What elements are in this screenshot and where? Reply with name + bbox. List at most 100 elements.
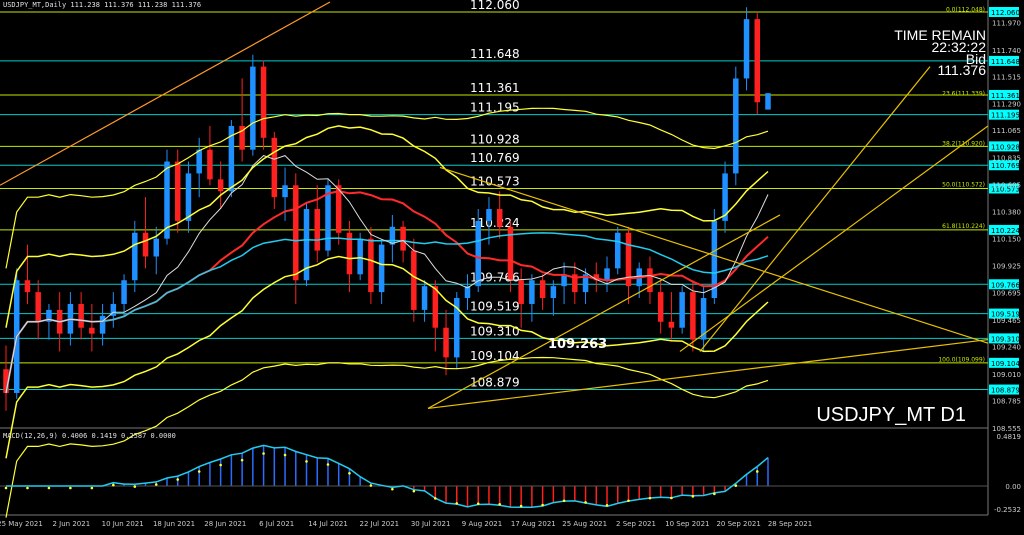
- candle-body: [604, 268, 610, 281]
- candle-body: [89, 327, 95, 334]
- candle-body: [754, 19, 761, 103]
- level-tag: 110.928: [991, 143, 1020, 151]
- candle-body: [647, 268, 653, 293]
- macd-signal-dot: [283, 453, 287, 457]
- macd-signal-dot: [519, 504, 523, 508]
- candle-body: [529, 280, 535, 304]
- candle-body: [668, 321, 675, 328]
- macd-signal-dot: [326, 463, 330, 466]
- level-tag: 109.104: [991, 360, 1020, 368]
- candle-body: [690, 292, 696, 340]
- level-label: 111.648: [470, 47, 520, 61]
- candle-body: [260, 66, 267, 138]
- macd-signal-dot: [433, 497, 437, 500]
- chart-window[interactable]: 112.060 112.060 111.648 111.648 111.361 111.3…: [0, 0, 1024, 531]
- macd-signal-dot: [90, 486, 94, 490]
- symbol-watermark: USDJPY_MT D1: [816, 404, 966, 426]
- candle-body: [765, 93, 771, 110]
- price-tick: 111.290: [992, 100, 1021, 108]
- level-label: 109.519: [470, 300, 520, 314]
- candle-body: [293, 185, 299, 281]
- bid-value: 111.376: [937, 62, 986, 78]
- price-tick: 111.065: [992, 127, 1021, 135]
- level-label: 109.104: [470, 349, 520, 363]
- macd-signal-dot: [562, 499, 566, 503]
- macd-signal-dot: [455, 502, 459, 505]
- candle-body: [185, 173, 192, 221]
- macd-signal-dot: [197, 470, 201, 473]
- candle-body: [368, 238, 374, 293]
- candle-body: [518, 280, 524, 304]
- macd-signal-dot: [26, 486, 29, 490]
- level-label: 110.573: [470, 174, 520, 188]
- candle-body: [475, 220, 481, 287]
- macd-signal-dot: [648, 496, 652, 500]
- candle-body: [24, 280, 31, 293]
- candle-body: [400, 226, 406, 251]
- candle-body: [614, 232, 621, 269]
- price-tick: 109.240: [992, 344, 1021, 352]
- level-label: 110.769: [470, 151, 520, 165]
- fib-label: 100.0(109.099): [938, 356, 985, 363]
- macd-signal-dot: [262, 452, 265, 455]
- macd-signal-dot: [755, 470, 759, 473]
- macd-signal-dot: [605, 503, 609, 507]
- candle-body: [132, 232, 138, 281]
- candle-body: [486, 209, 492, 221]
- candle-body: [432, 286, 439, 328]
- macd-signal-dot: [498, 503, 501, 506]
- macd-signal-dot: [691, 495, 695, 498]
- candle-body: [657, 292, 664, 322]
- level-tag: 111.361: [991, 92, 1020, 100]
- level-tag: 111.195: [991, 112, 1020, 120]
- level-tag: 110.224: [991, 227, 1020, 235]
- macd-header: MACD(12,26,9) 0.4006 0.1419 0.2587 0.000…: [3, 432, 176, 440]
- macd-scale-top: 0.4819: [997, 433, 1022, 441]
- macd-signal-dot: [348, 471, 351, 475]
- price-tick: 110.150: [992, 236, 1021, 244]
- price-tick: 111.970: [992, 20, 1021, 28]
- candle-body: [217, 179, 224, 192]
- candle-body: [207, 149, 213, 180]
- candle-body: [35, 292, 41, 322]
- candle-body: [357, 238, 363, 275]
- date-label: 2 Sep 2021: [616, 520, 656, 528]
- level-tag: 109.310: [991, 335, 1020, 343]
- macd-scale-zero: 0.00: [1005, 483, 1021, 491]
- candle-body: [733, 78, 739, 174]
- candle-body: [121, 280, 127, 304]
- candle-body: [282, 185, 288, 198]
- macd-signal-dot: [734, 484, 738, 487]
- macd-signal-dot: [47, 486, 51, 490]
- level-label: 108.879: [470, 376, 520, 390]
- candle-body: [78, 303, 84, 328]
- macd-signal-dot: [112, 483, 115, 487]
- date-label: 18 Jun 2021: [153, 520, 195, 528]
- level-tag: 112.060: [991, 9, 1020, 17]
- level-label: 111.361: [470, 81, 520, 95]
- level-tag: 109.766: [991, 281, 1020, 289]
- price-tick: 108.555: [992, 425, 1021, 433]
- candle-body: [539, 280, 546, 299]
- date-label: 10 Jun 2021: [102, 520, 144, 528]
- price-tick: 111.740: [992, 47, 1021, 55]
- date-label: 25 Aug 2021: [562, 520, 607, 528]
- fib-label: 61.8(110.224): [942, 223, 985, 230]
- candle-body: [314, 209, 320, 251]
- candle-body: [443, 327, 449, 358]
- macd-signal-dot: [176, 478, 180, 481]
- candle-body: [378, 244, 385, 293]
- fib-label: 23.6(111.339): [942, 91, 985, 98]
- macd-signal-dot: [154, 483, 158, 486]
- price-tick: 109.925: [992, 262, 1021, 270]
- date-label: 17 Aug 2021: [511, 520, 556, 528]
- date-label: 14 Jul 2021: [308, 520, 348, 528]
- candle-body: [142, 232, 149, 257]
- macd-signal-dot: [240, 458, 244, 462]
- price-tick: 110.380: [992, 208, 1021, 216]
- macd-signal-dot: [4, 486, 8, 490]
- candle-body: [550, 286, 557, 299]
- macd-signal-dot: [69, 486, 72, 490]
- candle-body: [389, 226, 396, 245]
- macd-signal-dot: [133, 485, 137, 488]
